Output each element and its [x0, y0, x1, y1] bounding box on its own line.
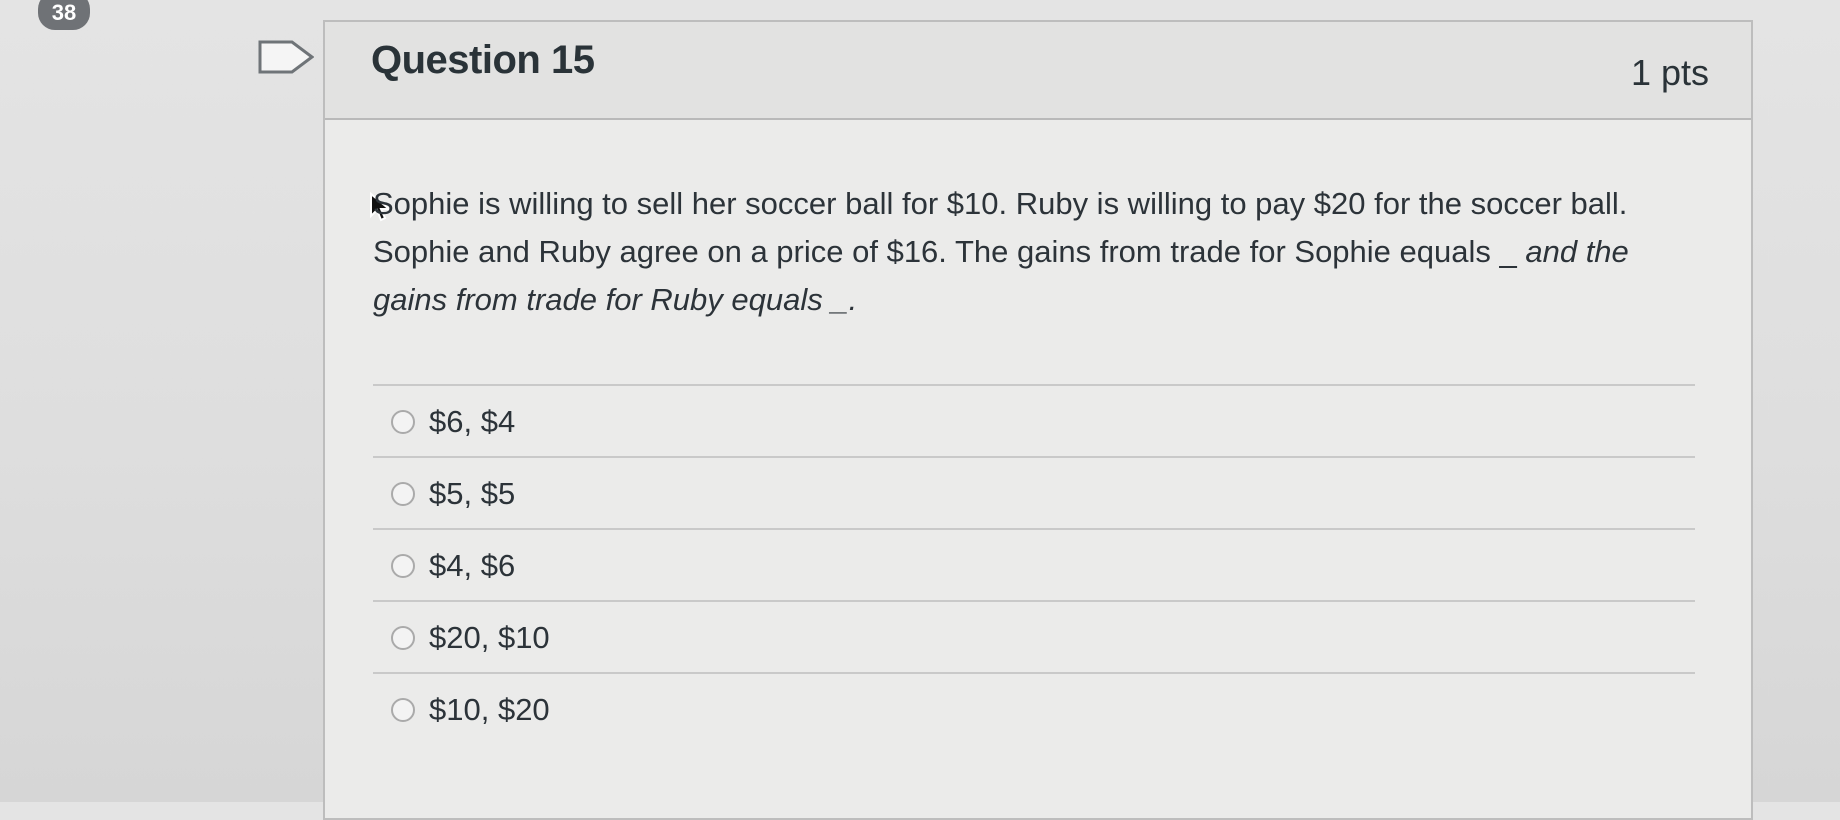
answer-option[interactable]: $4, $6 — [373, 528, 1695, 600]
answer-option[interactable]: $5, $5 — [373, 456, 1695, 528]
answer-option[interactable]: $6, $4 — [373, 384, 1695, 456]
answer-label: $10, $20 — [429, 692, 550, 727]
question-title: Question 15 — [371, 38, 595, 82]
flag-icon[interactable] — [258, 40, 314, 74]
question-text: Sophie is willing to sell her soccer bal… — [373, 180, 1703, 324]
answer-label: $6, $4 — [429, 404, 516, 439]
question-card: Question 15 1 pts Sophie is willing to s… — [323, 20, 1753, 820]
radio-icon[interactable] — [391, 698, 415, 722]
radio-icon[interactable] — [391, 626, 415, 650]
page-counter: 38 — [38, 0, 90, 30]
answer-option[interactable]: $10, $20 — [373, 672, 1695, 744]
radio-icon[interactable] — [391, 410, 415, 434]
answer-label: $20, $10 — [429, 620, 550, 655]
radio-icon[interactable] — [391, 554, 415, 578]
answer-label: $5, $5 — [429, 476, 516, 511]
answer-option[interactable]: $20, $10 — [373, 600, 1695, 672]
radio-icon[interactable] — [391, 482, 415, 506]
question-text-main: Sophie is willing to sell her soccer bal… — [373, 186, 1628, 269]
question-points: 1 pts — [1630, 52, 1709, 93]
question-header: Question 15 1 pts — [325, 22, 1751, 120]
answer-list: $6, $4 $5, $5 $4, $6 $20, $10 $10, $20 — [373, 384, 1695, 744]
answer-label: $4, $6 — [429, 548, 516, 583]
